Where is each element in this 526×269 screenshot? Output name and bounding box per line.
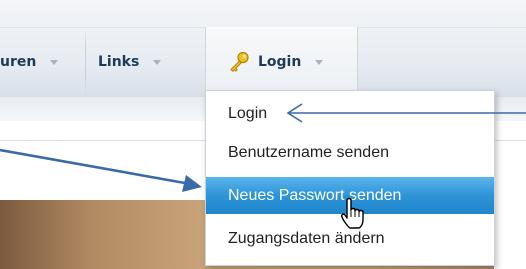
arrow-left-icon <box>286 103 526 123</box>
hand-pointer-cursor-icon <box>341 197 364 229</box>
arrow-right-icon <box>0 148 202 192</box>
annotation-overlay <box>0 103 526 229</box>
